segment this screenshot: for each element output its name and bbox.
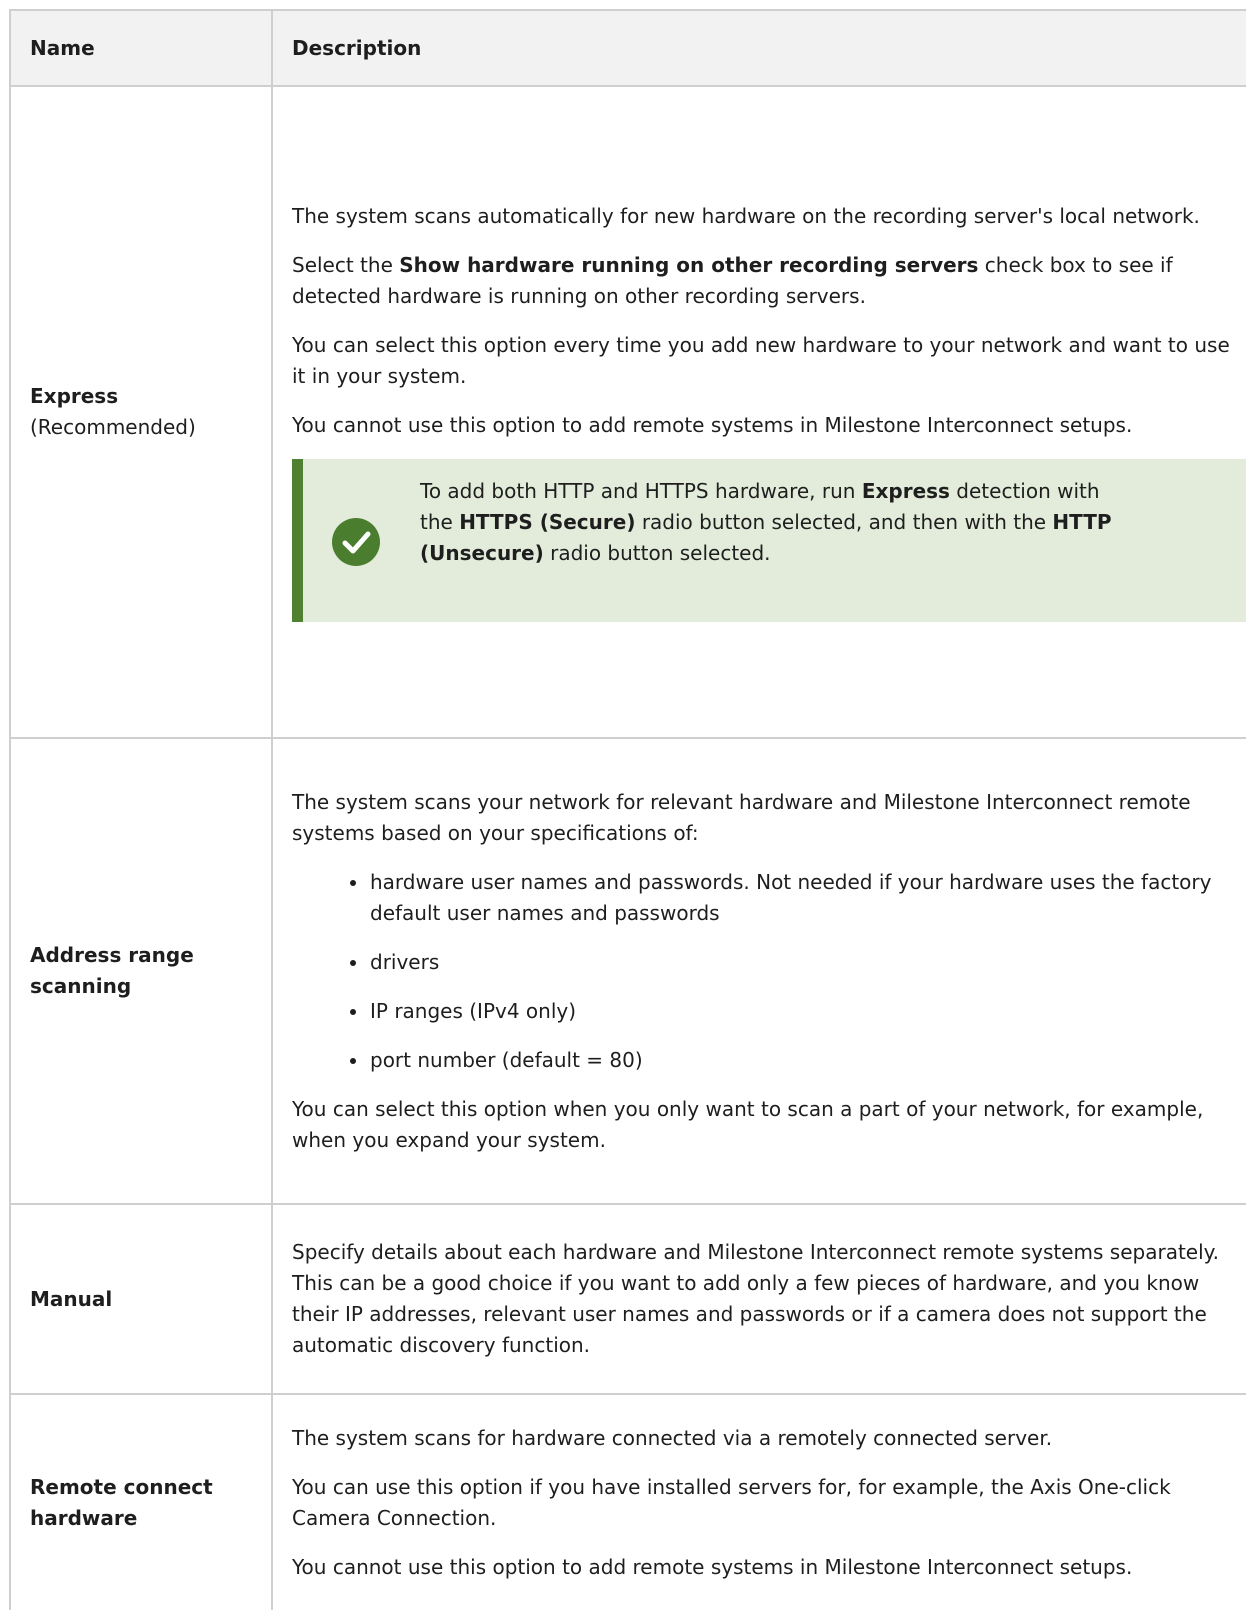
description-paragraph: You cannot use this option to add remote… [292, 1554, 1133, 1579]
list-item: port number (default = 80) [350, 1045, 1246, 1076]
name-cell: Address range scanning [9, 737, 272, 1205]
name-cell: Manual [9, 1203, 272, 1395]
description-cell: The system scans for hardware connected … [271, 1393, 1246, 1610]
description-cell: The system scans automatically for new h… [271, 85, 1246, 739]
table-row: Remote connect hardware The system scans… [9, 1393, 1246, 1610]
method-name: Remote connect hardware [30, 1474, 213, 1530]
name-cell: Express (Recommended) [9, 85, 272, 739]
description-paragraph: Select the Show hardware running on othe… [292, 253, 1173, 308]
description-paragraph: The system scans for hardware connected … [292, 1425, 1053, 1450]
method-name: Manual [30, 1286, 113, 1311]
hardware-detection-methods-table: Name Description Express (Recommended) T… [9, 9, 1246, 1610]
tip-note: To add both HTTP and HTTPS hardware, run… [292, 459, 1246, 622]
list-item: hardware user names and passwords. Not n… [350, 867, 1246, 929]
column-header-name: Name [9, 9, 272, 87]
description-paragraph: You can select this option when you only… [292, 1096, 1204, 1152]
table-row: Express (Recommended) The system scans a… [9, 85, 1246, 739]
description-paragraph: You can use this option if you have inst… [292, 1474, 1171, 1530]
table-row: Address range scanning The system scans … [9, 737, 1246, 1205]
list-item: drivers [350, 947, 1246, 978]
method-name: Address range scanning [30, 943, 194, 998]
method-name-note: (Recommended) [30, 415, 196, 439]
list-item: IP ranges (IPv4 only) [350, 996, 1246, 1027]
checkmark-icon [332, 518, 380, 566]
column-header-description: Description [271, 9, 1246, 87]
description-cell: The system scans your network for releva… [271, 737, 1246, 1205]
table-row: Manual Specify details about each hardwa… [9, 1203, 1246, 1395]
description-paragraph: The system scans automatically for new h… [292, 204, 1200, 228]
description-cell: Specify details about each hardware and … [271, 1203, 1246, 1395]
table-header-row: Name Description [9, 9, 1246, 87]
method-name: Express [30, 384, 119, 408]
description-paragraph: Specify details about each hardware and … [292, 1240, 1220, 1357]
description-paragraph: You cannot use this option to add remote… [292, 413, 1133, 437]
name-cell: Remote connect hardware [9, 1393, 272, 1610]
description-paragraph: You can select this option every time yo… [292, 333, 1230, 388]
description-paragraph: The system scans your network for releva… [292, 789, 1191, 845]
tip-note-text: To add both HTTP and HTTPS hardware, run… [420, 479, 1112, 565]
specification-list: hardware user names and passwords. Not n… [292, 867, 1246, 1076]
